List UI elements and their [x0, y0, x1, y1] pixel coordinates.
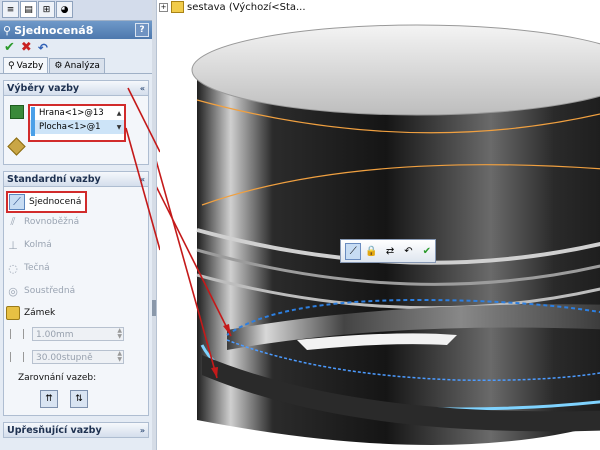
flip-icon: ⇄ [385, 245, 395, 257]
feature-tree-flyout[interactable]: + sestava (Výchozí<Sta... [159, 0, 306, 14]
lock-popup-button[interactable]: 🔒 [363, 243, 379, 260]
assembly-icon [171, 1, 184, 13]
callout-arrows-overlay [125, 87, 160, 251]
undo-icon: ↶ [404, 245, 413, 257]
mate-popup-toolbar: ⟋ 🔒 ⇄ ↶ ✔ [340, 239, 436, 263]
callout-arrow [127, 87, 160, 153]
callout-arrow [125, 127, 160, 251]
undo-popup-button[interactable]: ↶ [400, 243, 416, 260]
check-icon: ✔ [422, 245, 432, 257]
flip-popup-button[interactable]: ⇄ [382, 243, 398, 260]
coincident-popup-button[interactable]: ⟋ [345, 242, 362, 260]
model-view[interactable] [157, 0, 600, 450]
lock-icon: 🔒 [365, 245, 378, 257]
graphics-area[interactable] [157, 0, 600, 450]
expand-icon[interactable]: + [159, 2, 168, 12]
assembly-label: sestava (Výchozí<Sta... [187, 1, 306, 13]
ok-popup-button[interactable]: ✔ [419, 243, 435, 260]
coincident-icon: ⟋ [349, 245, 357, 257]
